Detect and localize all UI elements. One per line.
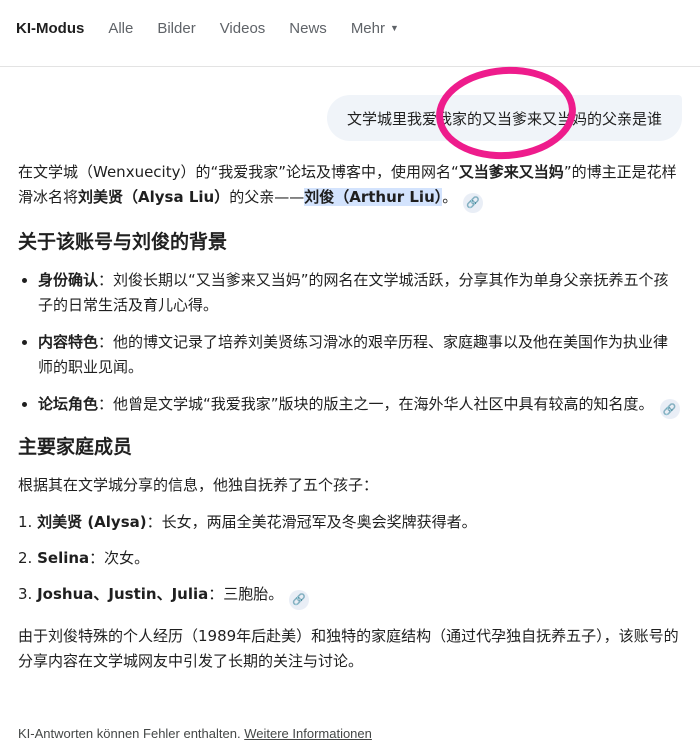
list-item: 3. Joshua、Justin、Julia：三胞胎。 🔗: [18, 582, 682, 610]
family-list: 1. 刘美贤 (Alysa)：长女，两届全美花滑冠军及冬奥会奖牌获得者。 2. …: [18, 510, 682, 610]
annotation-circle: [432, 62, 580, 164]
list-item: 内容特色：他的博文记录了培养刘美贤练习滑冰的艰辛历程、家庭趣事以及他在美国作为执…: [38, 330, 682, 380]
disclaimer-text: KI-Antworten können Fehler enthalten.: [18, 726, 241, 741]
list-item-label: Selina: [37, 549, 90, 567]
tab-mehr-label: Mehr: [350, 19, 385, 37]
top-nav: KI-Modus Alle Bilder Videos News Mehr ▼: [0, 0, 700, 56]
list-item-label: Joshua、Justin、Julia: [37, 585, 209, 603]
link-icon[interactable]: 🔗: [289, 589, 310, 610]
more-info-link[interactable]: Weitere Informationen: [244, 726, 372, 741]
intro-text-3: 的父亲——: [229, 188, 305, 206]
nav-divider: [0, 66, 700, 67]
list-item-text: ：他的博文记录了培养刘美贤练习滑冰的艰辛历程、家庭趣事以及他在美国作为执业律师的…: [38, 332, 669, 376]
list-item-text: ：刘俊长期以“又当爹来又当妈”的网名在文学城活跃，分享其作为单身父亲抚养五个孩子…: [38, 270, 669, 314]
list-item-text: ：三胞胎。: [208, 585, 284, 603]
list-item-label: 刘美贤 (Alysa): [37, 513, 147, 531]
link-icon[interactable]: 🔗: [659, 399, 680, 419]
intro-text-1: 在文学城（Wenxuecity）的“我爱我家”论坛及博客中，使用网名“: [18, 163, 459, 181]
list-item-text: ：他曾是文学城“我爱我家”版块的版主之一，在海外华人社区中具有较高的知名度。: [98, 394, 654, 413]
caret-down-icon: ▼: [390, 22, 399, 33]
tab-ki-modus[interactable]: KI-Modus: [16, 20, 84, 37]
intro-highlight: 刘俊（Arthur Liu）: [304, 188, 443, 206]
tab-bilder[interactable]: Bilder: [157, 20, 195, 37]
list-item: 论坛角色：他曾是文学城“我爱我家”版块的版主之一，在海外华人社区中具有较高的知名…: [38, 392, 682, 419]
answer-intro: 在文学城（Wenxuecity）的“我爱我家”论坛及博客中，使用网名“又当爹来又…: [18, 160, 682, 213]
list-number: 2.: [18, 549, 33, 567]
family-intro: 根据其在文学城分享的信息，他独自抚养了五个孩子：: [18, 476, 379, 494]
list-item: 1. 刘美贤 (Alysa)：长女，两届全美花滑冠军及冬奥会奖牌获得者。: [18, 510, 682, 535]
intro-bold-2: 刘美贤（Alysa Liu）: [78, 188, 230, 206]
list-item: 身份确认：刘俊长期以“又当爹来又当妈”的网名在文学城活跃，分享其作为单身父亲抚养…: [38, 268, 682, 318]
background-list: 身份确认：刘俊长期以“又当爹来又当妈”的网名在文学城活跃，分享其作为单身父亲抚养…: [18, 268, 682, 419]
list-number: 3.: [18, 585, 33, 603]
list-item-label: 身份确认: [38, 270, 99, 289]
list-item: 2. Selina：次女。: [18, 546, 682, 571]
intro-bold-1: 又当爹来又当妈: [458, 163, 564, 181]
tab-mehr[interactable]: Mehr ▼: [351, 20, 399, 37]
intro-text-4: 。: [442, 188, 458, 206]
list-number: 1.: [18, 513, 33, 531]
link-icon[interactable]: 🔗: [463, 192, 484, 213]
answer-content: 在文学城（Wenxuecity）的“我爱我家”论坛及博客中，使用网名“又当爹来又…: [18, 160, 682, 688]
disclaimer-footer: KI-Antworten können Fehler enthalten. We…: [18, 726, 372, 741]
list-item-label: 内容特色: [38, 332, 99, 351]
answer-outro: 由于刘俊特殊的个人经历（1989年后赴美）和独特的家庭结构（通过代孕独自抚养五子…: [18, 626, 679, 670]
tab-alle[interactable]: Alle: [108, 20, 133, 37]
list-item-label: 论坛角色: [38, 394, 99, 413]
tab-videos[interactable]: Videos: [220, 20, 266, 37]
section-heading-family: 主要家庭成员: [18, 436, 133, 458]
list-item-text: ：长女，两届全美花滑冠军及冬奥会奖牌获得者。: [146, 513, 477, 531]
tab-news[interactable]: News: [289, 20, 327, 37]
section-heading-background: 关于该账号与刘俊的背景: [18, 230, 228, 253]
list-item-text: ：次女。: [89, 549, 150, 567]
